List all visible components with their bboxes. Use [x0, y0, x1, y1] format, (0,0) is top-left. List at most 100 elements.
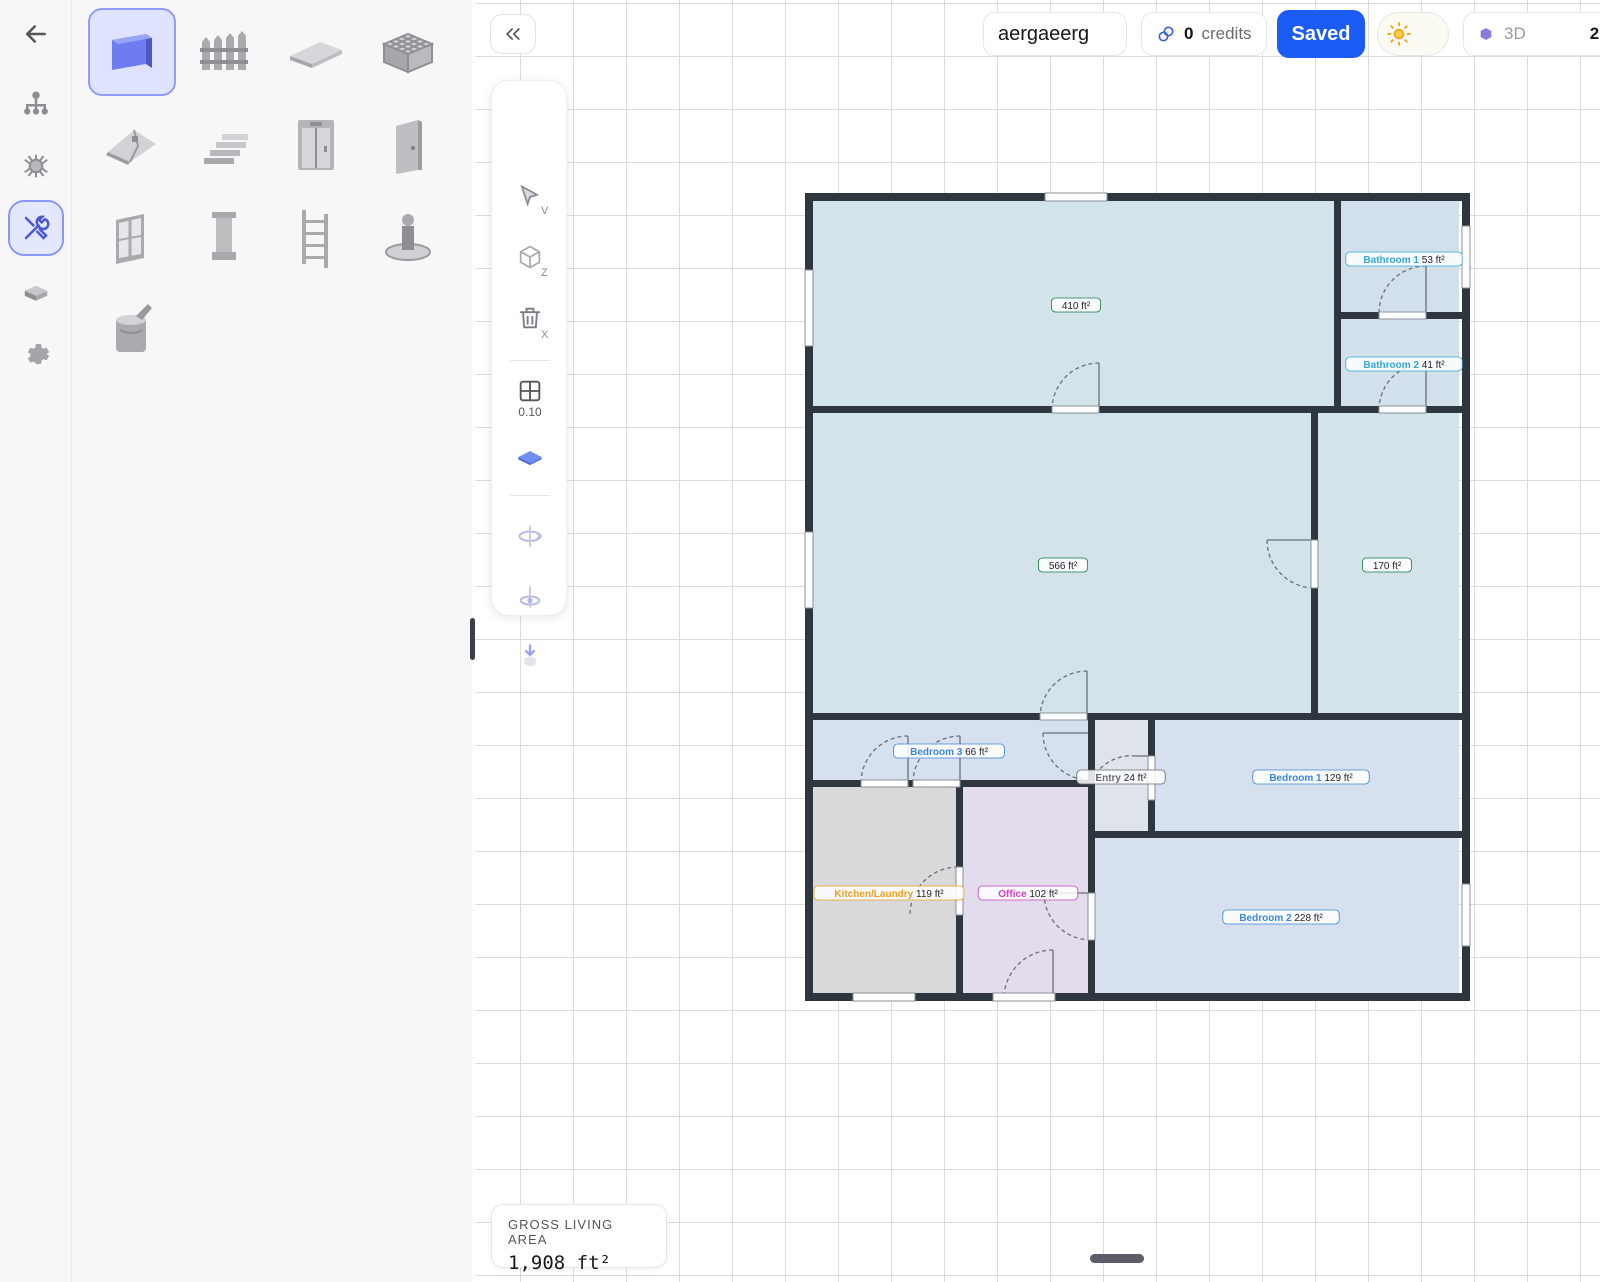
hierarchy-icon — [24, 91, 48, 115]
credits-count: 0 — [1184, 24, 1194, 43]
room-fill[interactable] — [1316, 410, 1459, 716]
credits-label: credits — [1201, 24, 1252, 43]
coins-icon — [1158, 26, 1174, 42]
delete-tool[interactable] — [492, 292, 568, 344]
room-fill[interactable] — [961, 785, 1090, 993]
collapse-panel-button[interactable] — [490, 14, 536, 54]
window-icon — [116, 214, 144, 264]
room-fill[interactable] — [1153, 718, 1459, 834]
room-fill[interactable] — [808, 785, 959, 993]
gross-living-area-value: 1,908 ft² — [508, 1252, 611, 1274]
back-button[interactable] — [8, 6, 64, 62]
catalog-item-fence[interactable] — [180, 8, 268, 96]
room-fill[interactable] — [808, 410, 1314, 716]
catalog-item-paint[interactable] — [88, 284, 176, 372]
catalog-item-slab[interactable] — [272, 8, 360, 96]
rail-item-nodes[interactable] — [8, 138, 64, 194]
room-fill[interactable] — [1092, 718, 1151, 834]
catalog-item-stairs[interactable] — [180, 100, 268, 188]
wall[interactable] — [1088, 716, 1095, 997]
chevrons-left-icon — [505, 28, 520, 40]
view-mode-switch: 3D 2D — [1463, 12, 1600, 56]
mannequin-icon — [385, 214, 431, 261]
project-name: aergaeerg — [998, 22, 1090, 45]
select-shortcut: V — [541, 205, 549, 217]
arrow-down-box-icon — [524, 644, 536, 667]
grid-size-value: 0.10 — [518, 405, 542, 419]
sofa-icon — [24, 285, 48, 301]
bottom-drawer-handle[interactable] — [1090, 1254, 1144, 1263]
trash-icon — [519, 307, 541, 329]
roof-icon — [106, 129, 156, 165]
tools-icon — [24, 215, 50, 240]
rail-item-furniture[interactable] — [8, 264, 64, 320]
rotate-y-icon — [518, 525, 542, 547]
sun-icon — [1387, 22, 1411, 46]
view-shortcut: Z — [541, 267, 548, 279]
catalog-item-wall[interactable] — [88, 8, 176, 96]
floor-tile-icon — [518, 451, 542, 466]
cursor-icon — [520, 184, 540, 207]
catalog-item-elevator[interactable] — [272, 100, 360, 188]
room-fill[interactable] — [808, 718, 1090, 783]
rotate-vertical-tool[interactable] — [492, 571, 568, 623]
rail-item-build-tools[interactable] — [8, 200, 64, 256]
elevator-icon — [298, 120, 334, 170]
room-fill[interactable] — [1340, 319, 1459, 410]
spider-icon — [24, 154, 48, 178]
save-button[interactable]: Saved — [1277, 10, 1365, 58]
wall[interactable] — [1334, 197, 1341, 410]
catalog-item-roof[interactable] — [88, 100, 176, 188]
catalog-item-figure[interactable] — [364, 192, 452, 280]
wall[interactable] — [805, 406, 1470, 413]
catalog-item-ladder[interactable] — [272, 192, 360, 280]
wall-icon — [112, 34, 152, 70]
view-2d-option[interactable]: 2D — [1590, 24, 1600, 44]
credits-badge[interactable]: 0 credits — [1141, 12, 1267, 56]
rail-item-structure[interactable] — [8, 76, 64, 132]
grid-icon — [519, 380, 541, 402]
toolbar-divider — [510, 495, 550, 496]
cube-3d-icon — [1480, 28, 1492, 40]
room-fill[interactable] — [808, 200, 1338, 410]
catalog-item-column[interactable] — [180, 192, 268, 280]
edit-toolbar: V Z X 0.10 — [491, 80, 568, 667]
drop-to-floor-tool[interactable] — [492, 629, 568, 681]
catalog-item-ceiling[interactable] — [364, 8, 452, 96]
wall[interactable] — [1092, 831, 1466, 838]
ceiling-grid-icon — [381, 32, 435, 74]
wall[interactable] — [805, 193, 1470, 201]
plan-canvas[interactable]: 410 ft² Bathroom 1 53 ft² Bathroom 2 41 ft… — [475, 0, 1600, 1282]
floor-tool[interactable] — [492, 431, 568, 483]
delete-shortcut: X — [541, 329, 549, 341]
wall[interactable] — [805, 713, 1470, 720]
door-icon — [396, 120, 422, 174]
stairs-icon — [204, 134, 248, 164]
gross-living-area-card: GROSS LIVING AREA 1,908 ft² — [491, 1204, 667, 1274]
save-label: Saved — [1291, 22, 1351, 45]
cube-icon — [519, 245, 541, 269]
fence-icon — [200, 31, 248, 70]
rotate-horizontal-tool[interactable] — [492, 509, 568, 561]
ladder-icon — [302, 210, 328, 268]
catalog-item-window[interactable] — [88, 192, 176, 280]
gear-icon — [27, 344, 50, 364]
floor-plan[interactable] — [475, 0, 1600, 1282]
view-tool[interactable] — [492, 231, 568, 283]
catalog-item-door[interactable] — [364, 100, 452, 188]
column-icon — [212, 212, 236, 260]
paint-bucket-icon — [116, 304, 152, 352]
toolbar-divider — [510, 360, 550, 361]
room-fill[interactable] — [1092, 836, 1459, 993]
build-catalog — [72, 0, 472, 1282]
project-name-field[interactable]: aergaeerg — [983, 12, 1127, 56]
floor-plan-editor: 410 ft² Bathroom 1 53 ft² Bathroom 2 41 ft… — [0, 0, 1600, 1282]
rail-item-settings[interactable] — [8, 326, 64, 382]
room-fill[interactable] — [1340, 200, 1459, 313]
select-tool[interactable] — [492, 171, 568, 223]
back-arrow-icon — [26, 25, 46, 43]
theme-toggle[interactable] — [1377, 12, 1449, 56]
gross-living-area-label: GROSS LIVING AREA — [508, 1217, 614, 1247]
slab-icon — [290, 42, 342, 68]
view-3d-option[interactable]: 3D — [1504, 24, 1526, 44]
